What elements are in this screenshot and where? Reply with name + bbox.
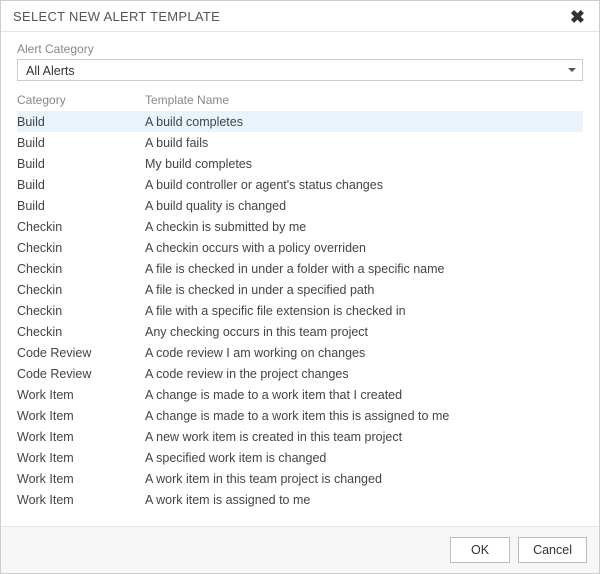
alert-category-value: All Alerts (17, 59, 583, 81)
table-row[interactable]: Work ItemA work item in this team projec… (17, 468, 583, 489)
template-list[interactable]: BuildA build completesBuildA build fails… (17, 111, 583, 514)
table-row[interactable]: BuildA build quality is changed (17, 195, 583, 216)
row-template-name: A code review I am working on changes (145, 345, 583, 361)
table-row[interactable]: CheckinA file with a specific file exten… (17, 300, 583, 321)
table-row[interactable]: Work ItemA change is made to a work item… (17, 384, 583, 405)
row-category: Build (17, 156, 145, 172)
row-category: Work Item (17, 387, 145, 403)
cancel-button[interactable]: Cancel (518, 537, 587, 563)
row-template-name: A work item is assigned to me (145, 492, 583, 508)
row-category: Build (17, 198, 145, 214)
dialog-header: SELECT NEW ALERT TEMPLATE ✖ (1, 1, 599, 32)
row-template-name: A new work item is created in this team … (145, 429, 583, 445)
row-category: Build (17, 135, 145, 151)
row-template-name: A build completes (145, 114, 583, 130)
dialog-footer: OK Cancel (1, 526, 599, 573)
column-header-template-name[interactable]: Template Name (145, 93, 583, 107)
row-template-name: A change is made to a work item that I c… (145, 387, 583, 403)
row-template-name: A build quality is changed (145, 198, 583, 214)
table-row[interactable]: CheckinA checkin is submitted by me (17, 216, 583, 237)
table-row[interactable]: CheckinA checkin occurs with a policy ov… (17, 237, 583, 258)
table-row[interactable]: CheckinA file is checked in under a fold… (17, 258, 583, 279)
table-row[interactable]: Work ItemA new work item is created in t… (17, 426, 583, 447)
column-header-category[interactable]: Category (17, 93, 145, 107)
row-template-name: A build fails (145, 135, 583, 151)
table-row[interactable]: BuildA build controller or agent's statu… (17, 174, 583, 195)
row-category: Build (17, 177, 145, 193)
row-template-name: Any checking occurs in this team project (145, 324, 583, 340)
table-row[interactable]: Work ItemA specified work item is change… (17, 447, 583, 468)
row-category: Checkin (17, 303, 145, 319)
row-template-name: A change is made to a work item this is … (145, 408, 583, 424)
row-template-name: A specified work item is changed (145, 450, 583, 466)
table-row[interactable]: BuildA build completes (17, 111, 583, 132)
row-category: Code Review (17, 366, 145, 382)
table-row[interactable]: Work ItemA work item is assigned to me (17, 489, 583, 510)
alert-category-label: Alert Category (17, 42, 583, 56)
row-template-name: A checkin is submitted by me (145, 219, 583, 235)
row-category: Work Item (17, 450, 145, 466)
dialog-content: Alert Category All Alerts Category Templ… (1, 32, 599, 526)
dialog: SELECT NEW ALERT TEMPLATE ✖ Alert Catego… (0, 0, 600, 574)
table-row[interactable]: BuildMy build completes (17, 153, 583, 174)
row-category: Checkin (17, 324, 145, 340)
row-category: Work Item (17, 471, 145, 487)
row-category: Checkin (17, 240, 145, 256)
table-row[interactable]: CheckinA file is checked in under a spec… (17, 279, 583, 300)
table-row[interactable]: Work ItemA change is made to a work item… (17, 405, 583, 426)
row-category: Work Item (17, 408, 145, 424)
row-category: Checkin (17, 282, 145, 298)
row-category: Checkin (17, 261, 145, 277)
table-row[interactable]: BuildA build fails (17, 132, 583, 153)
row-template-name: My build completes (145, 156, 583, 172)
close-icon[interactable]: ✖ (568, 10, 587, 24)
row-template-name: A build controller or agent's status cha… (145, 177, 583, 193)
table-row[interactable]: Code ReviewA code review I am working on… (17, 342, 583, 363)
table-row[interactable]: CheckinAny checking occurs in this team … (17, 321, 583, 342)
row-template-name: A file is checked in under a specified p… (145, 282, 583, 298)
row-category: Work Item (17, 429, 145, 445)
row-category: Build (17, 114, 145, 130)
ok-button[interactable]: OK (450, 537, 510, 563)
row-template-name: A work item in this team project is chan… (145, 471, 583, 487)
row-template-name: A work item under a specified area path … (145, 513, 583, 515)
table-row[interactable]: Code ReviewA code review in the project … (17, 363, 583, 384)
row-template-name: A checkin occurs with a policy overriden (145, 240, 583, 256)
row-template-name: A code review in the project changes (145, 366, 583, 382)
row-category: Work Item (17, 513, 145, 515)
row-template-name: A file with a specific file extension is… (145, 303, 583, 319)
dialog-title: SELECT NEW ALERT TEMPLATE (13, 9, 220, 24)
row-category: Work Item (17, 492, 145, 508)
row-category: Code Review (17, 345, 145, 361)
alert-category-select[interactable]: All Alerts (17, 59, 583, 81)
row-template-name: A file is checked in under a folder with… (145, 261, 583, 277)
list-header: Category Template Name (17, 91, 583, 111)
row-category: Checkin (17, 219, 145, 235)
table-row[interactable]: Work ItemA work item under a specified a… (17, 510, 583, 514)
